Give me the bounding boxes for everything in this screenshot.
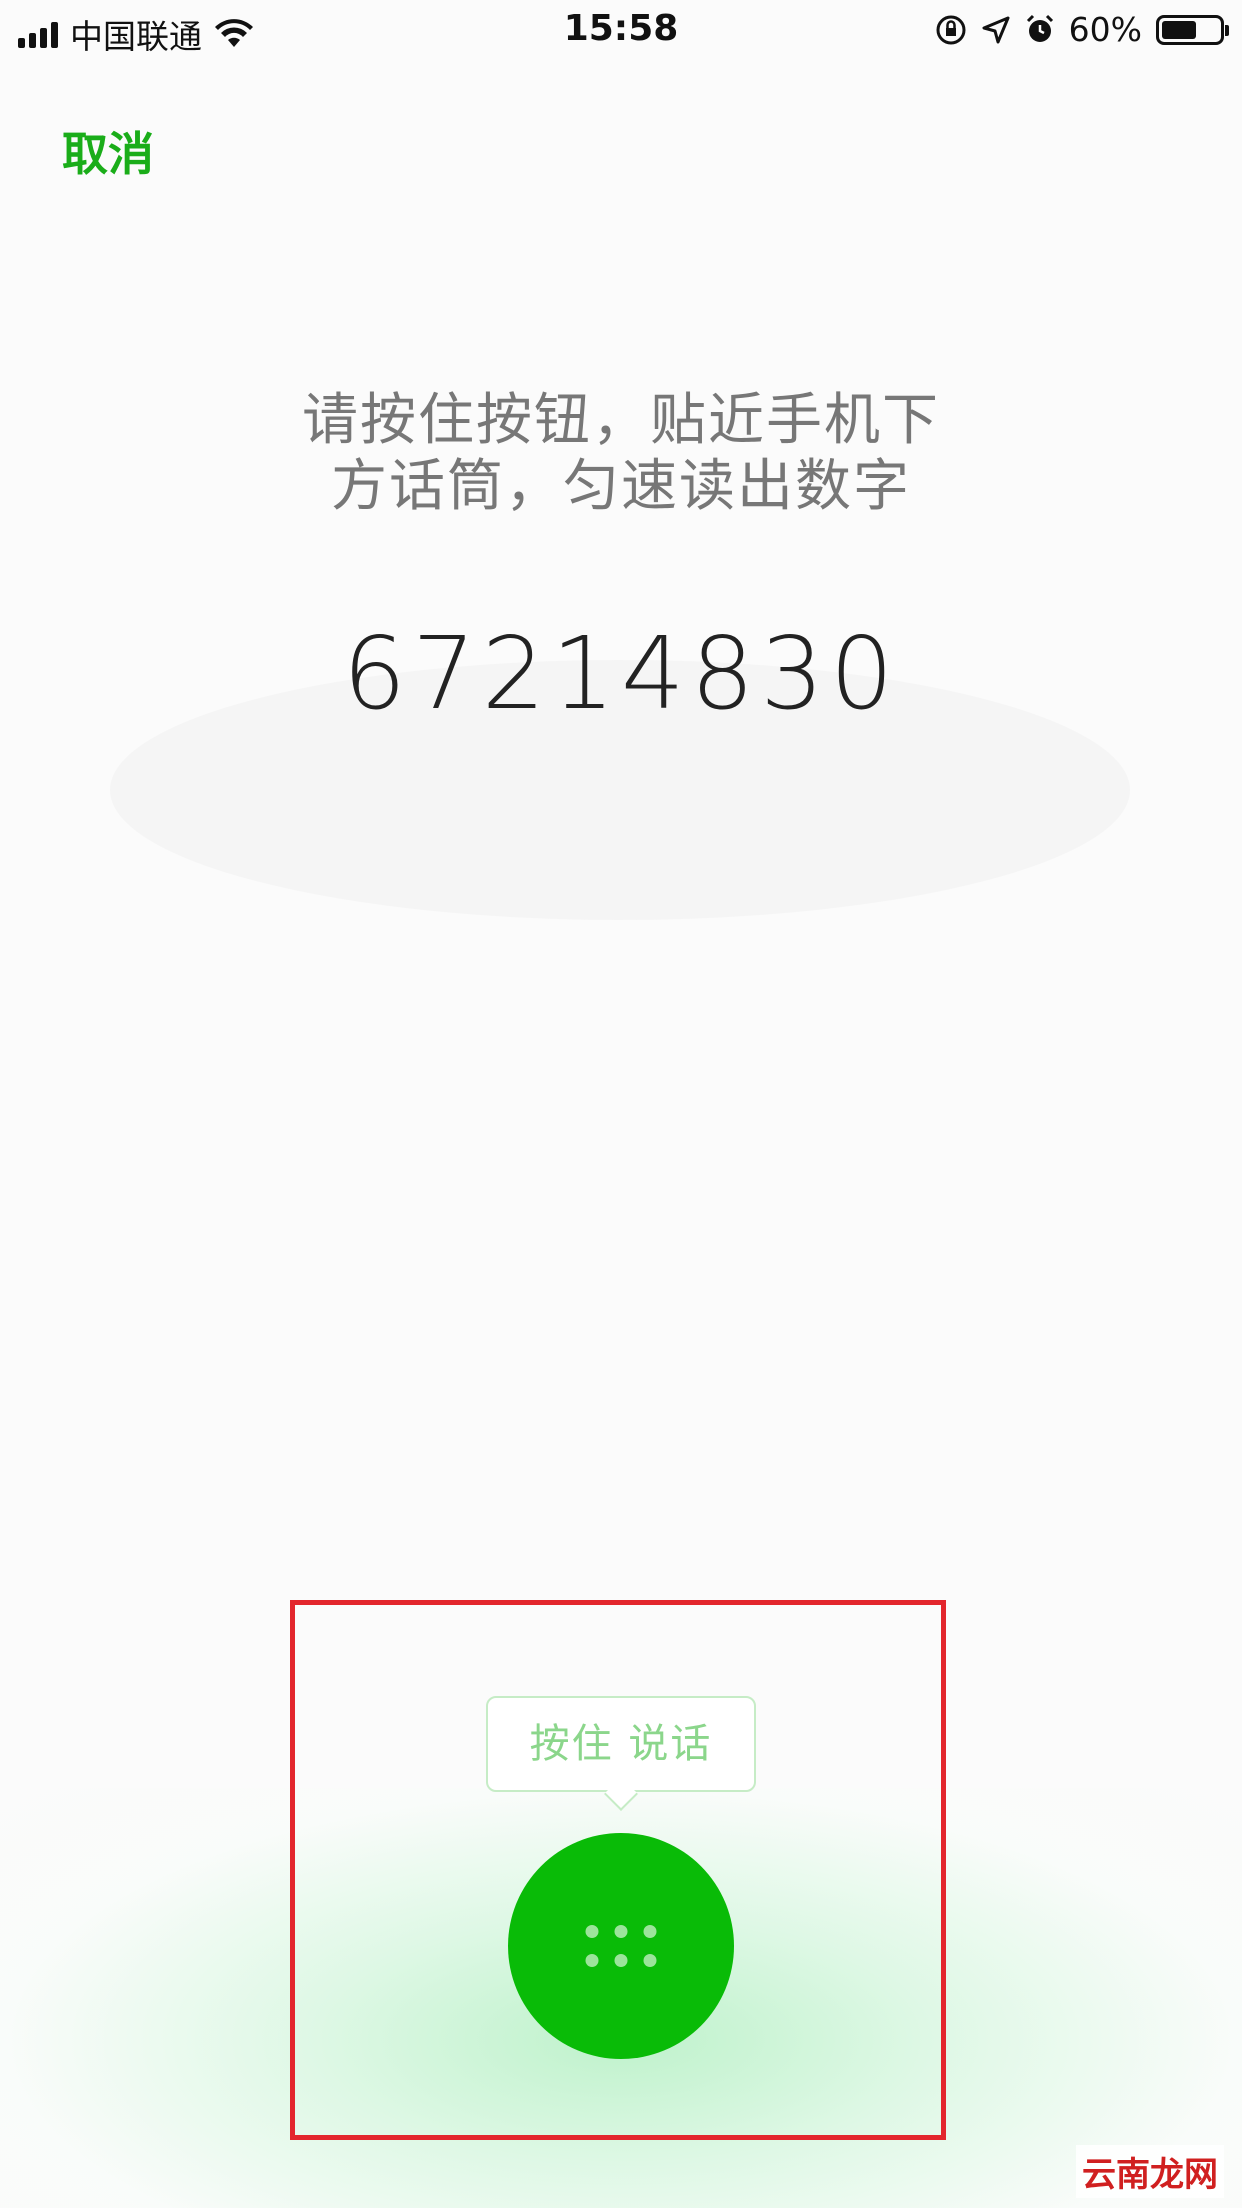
instruction-line-1: 请按住按钮，贴近手机下 [302, 388, 940, 453]
battery-icon [1156, 14, 1229, 45]
instruction-line-2: 方话筒，匀速读出数字 [331, 454, 911, 519]
cancel-button[interactable]: 取消 [62, 118, 154, 184]
alarm-clock-icon [1026, 14, 1053, 42]
battery-percent: 60% [1068, 10, 1142, 49]
location-arrow-icon [982, 16, 1010, 43]
status-bar: 中国联通 15:58 60% [0, 0, 1242, 62]
hold-to-talk-button[interactable] [508, 1833, 734, 2059]
battery-fill [1162, 20, 1196, 39]
keypad-dots-icon [585, 1925, 657, 1967]
status-right: 60% [935, 10, 1229, 49]
watermark-logo: 云南龙网 [1076, 2145, 1224, 2198]
hold-to-talk-tooltip: 按住 说话 [486, 1696, 756, 1792]
instruction-text: 请按住按钮，贴近手机下 方话筒，匀速读出数字 [0, 388, 1242, 520]
orientation-lock-icon [936, 15, 966, 44]
verification-digits: 67214830 [342, 615, 900, 732]
